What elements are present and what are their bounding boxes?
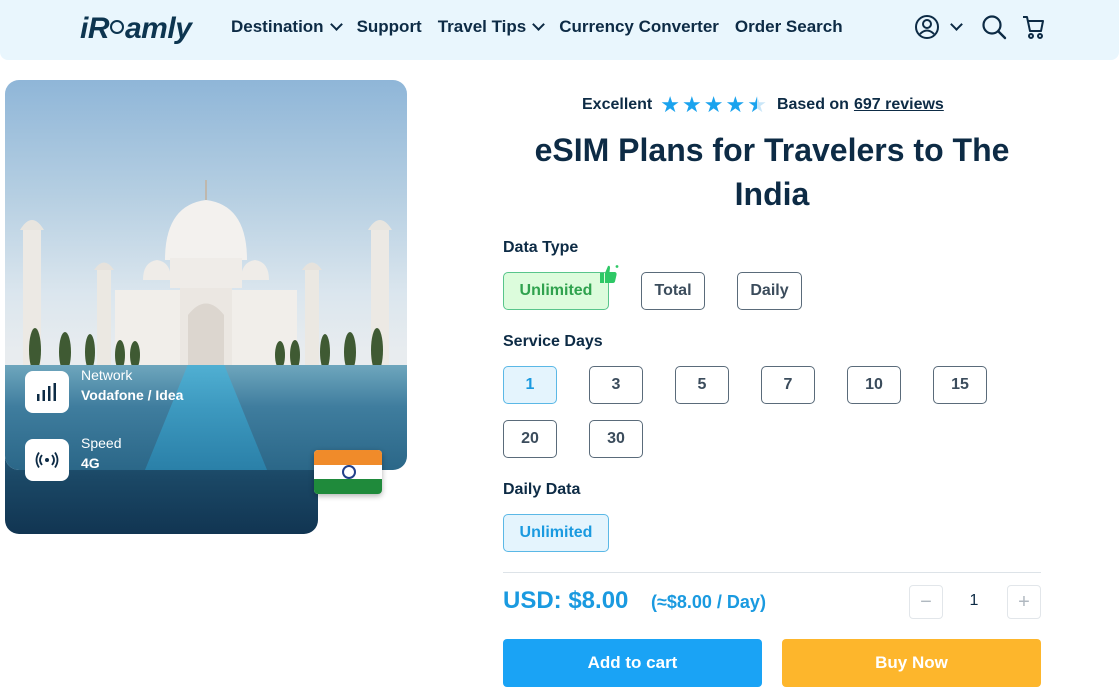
divider: [503, 572, 1041, 573]
star-icon: ★: [703, 92, 724, 117]
star-icon: ★: [725, 92, 746, 117]
add-to-cart-button[interactable]: Add to cart: [503, 639, 762, 687]
days-option-7[interactable]: 7: [761, 366, 815, 404]
quantity-increment-button[interactable]: +: [1007, 585, 1041, 619]
nav-currency-converter[interactable]: Currency Converter: [559, 17, 719, 37]
star-rating: ★ ★ ★ ★ ★: [660, 92, 769, 117]
search-button[interactable]: [981, 14, 1007, 40]
speed-value: 4G: [81, 455, 100, 471]
rating-label: Excellent: [582, 96, 653, 113]
cart-icon: [1023, 16, 1044, 39]
user-icon: [915, 15, 939, 39]
nav-destination[interactable]: Destination: [231, 17, 343, 37]
cart-button[interactable]: [1021, 14, 1045, 40]
days-option-15[interactable]: 15: [933, 366, 987, 404]
chevron-down-icon: [950, 18, 963, 31]
header-icons: [914, 14, 1059, 40]
reviews-link[interactable]: 697 reviews: [854, 96, 944, 114]
rating-summary: Excellent ★ ★ ★ ★ ★ Based on 697 reviews: [582, 92, 944, 117]
days-option-10[interactable]: 10: [847, 366, 901, 404]
service-days-label: Service Days: [503, 333, 603, 350]
nav-destination-label: Destination: [231, 17, 324, 36]
daily-data-label: Daily Data: [503, 481, 581, 498]
thumbs-up-icon: [600, 265, 619, 283]
site-header: iR amly Destination Support Travel Tips C…: [0, 0, 1119, 60]
days-option-30[interactable]: 30: [589, 420, 643, 458]
based-on-label: Based on: [776, 96, 849, 113]
price-total: USD: $8.00: [503, 587, 629, 614]
quantity-value[interactable]: 1: [966, 592, 982, 610]
globe-icon: [110, 20, 124, 35]
nav-travel-tips-label: Travel Tips: [437, 17, 527, 36]
nav-travel-tips[interactable]: Travel Tips: [437, 17, 546, 37]
speed-label: Speed: [81, 435, 122, 451]
buy-now-button[interactable]: Buy Now: [782, 639, 1041, 687]
data-type-daily[interactable]: Daily: [737, 272, 802, 310]
days-option-3[interactable]: 3: [589, 366, 643, 404]
quantity-decrement-button[interactable]: −: [909, 585, 943, 619]
nav-order-search-label: Order Search: [734, 17, 843, 36]
chevron-down-icon: [532, 18, 546, 31]
network-value: Vodafone / Idea: [81, 387, 184, 403]
page-title: eSIM Plans for Travelers to The India: [534, 132, 1010, 212]
days-option-20[interactable]: 20: [503, 420, 557, 458]
daily-data-unlimited[interactable]: Unlimited: [503, 514, 609, 552]
nav-support-label: Support: [356, 17, 422, 36]
main-nav: Destination Support Travel Tips Currency…: [231, 17, 859, 37]
data-type-label: Data Type: [503, 239, 579, 256]
chevron-down-icon: [329, 18, 343, 31]
days-option-1[interactable]: 1: [503, 366, 557, 404]
account-menu[interactable]: [914, 14, 963, 40]
speed-spec: Speed 4G: [25, 435, 121, 481]
network-label: Network: [81, 367, 133, 383]
half-star-icon: ★: [747, 92, 767, 117]
signal-bars-icon: [25, 371, 69, 413]
price-per-day: (≈$8.00 / Day): [651, 592, 766, 612]
nav-currency-converter-label: Currency Converter: [559, 17, 719, 36]
star-icon: ★: [682, 92, 702, 117]
logo[interactable]: iR amly: [80, 12, 192, 46]
days-option-5[interactable]: 5: [675, 366, 729, 404]
nav-order-search[interactable]: Order Search: [735, 17, 843, 37]
india-flag-icon: [314, 450, 382, 494]
network-spec: Network Vodafone / Idea: [25, 367, 184, 413]
nav-support[interactable]: Support: [357, 17, 422, 37]
star-icon: ★: [660, 92, 680, 117]
broadcast-icon: [25, 439, 69, 481]
search-icon: [982, 15, 1007, 40]
data-type-total[interactable]: Total: [641, 272, 705, 310]
data-type-unlimited[interactable]: Unlimited: [503, 272, 609, 310]
